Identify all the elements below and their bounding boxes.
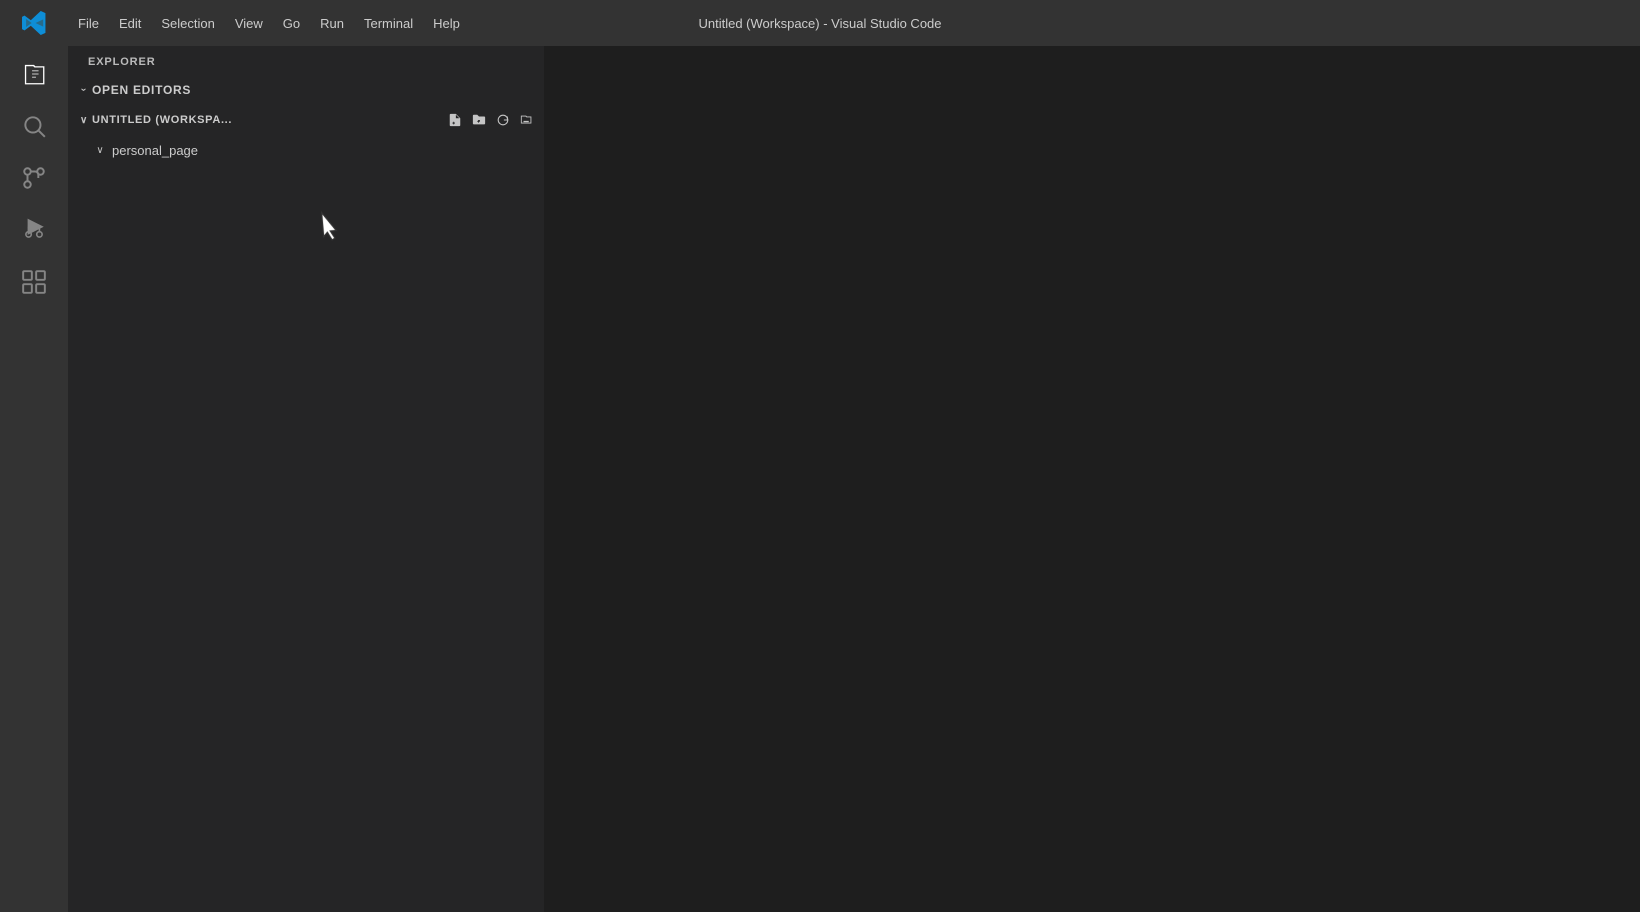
workspace-header[interactable]: ∨ UNTITLED (WORKSPA...	[68, 104, 544, 136]
menu-terminal[interactable]: Terminal	[354, 12, 423, 35]
workspace-label: UNTITLED (WORKSPA...	[92, 114, 444, 126]
sidebar: EXPLORER › OPEN EDITORS ∨ UNTITLED (WORK…	[68, 46, 544, 912]
activity-bar	[0, 46, 68, 912]
open-editors-chevron: ›	[76, 82, 92, 98]
personal-page-chevron: ∨	[92, 142, 108, 158]
menu-selection[interactable]: Selection	[151, 12, 224, 35]
explorer-header: EXPLORER	[68, 46, 544, 76]
collapse-folders-button[interactable]	[516, 109, 538, 131]
open-editors-section: › OPEN EDITORS	[68, 76, 544, 104]
activity-bar-item-search[interactable]	[10, 102, 58, 150]
menu-bar: File Edit Selection View Go Run Terminal…	[68, 12, 1640, 35]
open-editors-label: OPEN EDITORS	[92, 83, 191, 97]
folder-item-personal-page[interactable]: ∨ personal_page	[68, 136, 544, 164]
personal-page-label: personal_page	[112, 143, 198, 158]
titlebar: File Edit Selection View Go Run Terminal…	[0, 0, 1640, 46]
activity-bar-item-source-control[interactable]	[10, 154, 58, 202]
workspace-chevron: ∨	[76, 112, 92, 128]
vscode-logo	[0, 9, 68, 37]
workspace-section: ∨ UNTITLED (WORKSPA...	[68, 104, 544, 164]
menu-file[interactable]: File	[68, 12, 109, 35]
menu-help[interactable]: Help	[423, 12, 470, 35]
activity-bar-item-extensions[interactable]	[10, 258, 58, 306]
menu-view[interactable]: View	[225, 12, 273, 35]
editor-area	[544, 46, 1640, 912]
open-editors-header[interactable]: › OPEN EDITORS	[68, 76, 544, 104]
workspace-actions	[444, 109, 544, 131]
menu-go[interactable]: Go	[273, 12, 310, 35]
activity-bar-item-run-debug[interactable]	[10, 206, 58, 254]
menu-run[interactable]: Run	[310, 12, 354, 35]
refresh-explorer-button[interactable]	[492, 109, 514, 131]
new-file-button[interactable]	[444, 109, 466, 131]
main-content: EXPLORER › OPEN EDITORS ∨ UNTITLED (WORK…	[0, 46, 1640, 912]
menu-edit[interactable]: Edit	[109, 12, 151, 35]
activity-bar-item-explorer[interactable]	[10, 50, 58, 98]
new-folder-button[interactable]	[468, 109, 490, 131]
